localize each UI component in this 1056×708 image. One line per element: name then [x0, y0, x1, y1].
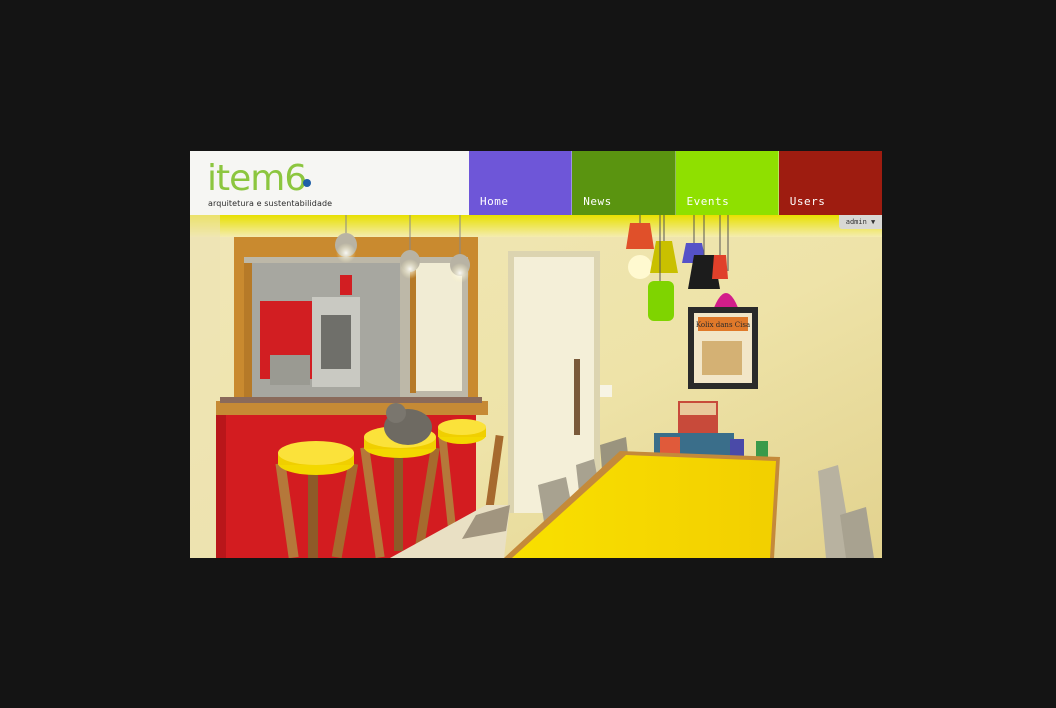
logo-tagline: arquitetura e sustentabilidade: [208, 199, 333, 208]
nav-item-events[interactable]: Events: [675, 151, 779, 215]
nav-label-home: Home: [480, 195, 509, 208]
nav-item-news[interactable]: News: [572, 151, 676, 215]
logo[interactable]: item6 arquitetura e sustentabilidade: [190, 151, 469, 215]
main-nav: Home News Events Users: [469, 151, 882, 215]
site-header: item6 arquitetura e sustentabilidade Hom…: [190, 151, 882, 215]
hero-photo-illustration: Kolix dans Cisa: [190, 215, 882, 558]
hero-photo: Kolix dans Cisa: [190, 215, 882, 558]
site-frame: item6 arquitetura e sustentabilidade Hom…: [190, 151, 882, 558]
nav-item-home[interactable]: Home: [469, 151, 573, 215]
logo-wordmark: item6: [207, 158, 307, 199]
admin-dropdown-button[interactable]: admin ▼: [839, 215, 882, 229]
nav-item-users[interactable]: Users: [778, 151, 882, 215]
nav-label-events: Events: [686, 195, 730, 208]
logo-dot-icon: [303, 179, 311, 187]
nav-label-users: Users: [789, 195, 826, 208]
nav-label-news: News: [583, 195, 612, 208]
picture-book-title: Kolix dans Cisa: [696, 321, 750, 329]
